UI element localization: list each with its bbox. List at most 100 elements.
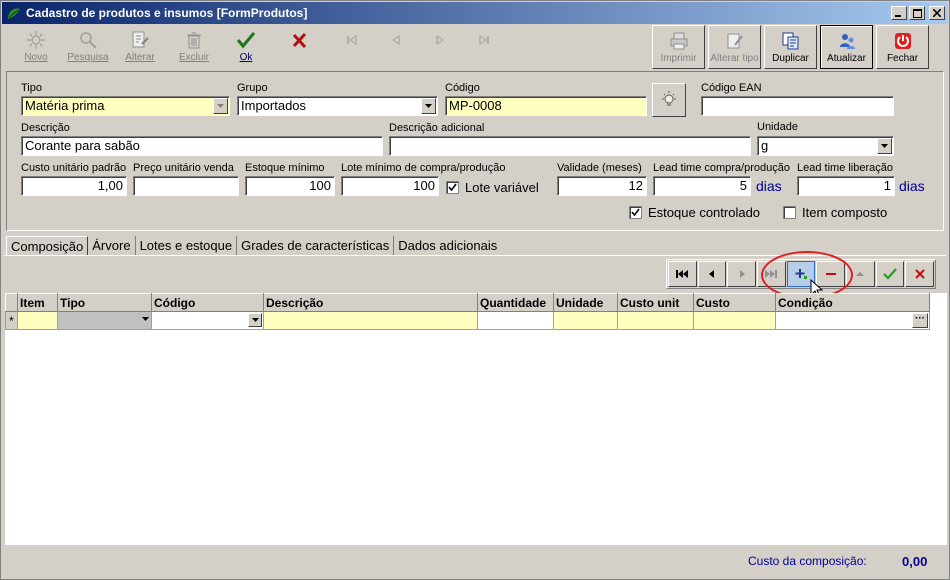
grid-header-indicator xyxy=(5,293,18,312)
chevron-down-icon xyxy=(251,318,259,322)
tab-dados-adicionais[interactable]: Dados adicionais xyxy=(394,236,501,256)
new-row-indicator: * xyxy=(5,311,18,330)
footer-bar: Custo da composição: 0,00 xyxy=(5,546,947,576)
alterar-button[interactable]: Alterar xyxy=(114,28,166,68)
cell-tipo[interactable] xyxy=(57,311,152,330)
cell-item[interactable] xyxy=(17,311,58,330)
item-composto-checkbox[interactable]: Item composto xyxy=(783,205,887,220)
cell-condicao[interactable]: ··· xyxy=(775,311,930,330)
cell-descricao[interactable] xyxy=(263,311,478,330)
estoque-controlado-checkbox[interactable]: Estoque controlado xyxy=(629,205,760,220)
custo-composicao-value: 0,00 xyxy=(902,554,928,569)
edit-icon xyxy=(132,31,149,48)
next-icon xyxy=(436,35,444,45)
lote-variavel-box[interactable] xyxy=(446,181,459,194)
ok-button[interactable]: Ok xyxy=(220,28,272,68)
estoque-controlado-box[interactable] xyxy=(629,206,642,219)
codigo-cell-dropdown[interactable] xyxy=(248,313,262,327)
title-bar[interactable]: Cadastro de produtos e insumos [FormProd… xyxy=(2,2,948,24)
col-header-descricao[interactable]: Descrição xyxy=(263,293,478,312)
tab-arvore[interactable]: Árvore xyxy=(88,236,136,256)
cell-custo-unit[interactable] xyxy=(617,311,694,330)
tab-grades[interactable]: Grades de características xyxy=(237,236,395,256)
col-header-codigo[interactable]: Código xyxy=(151,293,264,312)
nav-prior-button[interactable] xyxy=(697,261,727,287)
col-header-condicao[interactable]: Condição xyxy=(775,293,930,312)
col-header-custo[interactable]: Custo xyxy=(693,293,776,312)
lote-minimo-input[interactable]: 100 xyxy=(341,176,439,196)
tipo-combo[interactable]: Matéria prima xyxy=(21,96,230,116)
prior-icon xyxy=(709,270,714,278)
imprimir-button[interactable]: Imprimir xyxy=(652,25,705,69)
fechar-button[interactable]: Fechar xyxy=(876,25,929,69)
col-header-tipo[interactable]: Tipo xyxy=(57,293,152,312)
nav-first-button[interactable] xyxy=(668,261,697,287)
cell-codigo[interactable] xyxy=(151,311,264,330)
generate-code-button[interactable] xyxy=(652,83,686,117)
composition-grid[interactable]: Item Tipo Código Descrição Quantidade Un… xyxy=(5,293,947,545)
cell-quantidade[interactable] xyxy=(477,311,554,330)
preco-unitario-input[interactable] xyxy=(133,176,239,196)
check-icon xyxy=(631,208,640,217)
last-record-button[interactable] xyxy=(458,28,510,68)
power-icon xyxy=(894,33,911,49)
col-header-unidade[interactable]: Unidade xyxy=(553,293,618,312)
ellipsis-button[interactable]: ··· xyxy=(912,313,928,328)
nav-post-button[interactable] xyxy=(875,261,905,287)
prior-icon xyxy=(392,35,400,45)
maximize-button[interactable] xyxy=(909,6,925,20)
close-window-button[interactable] xyxy=(929,6,945,20)
novo-button[interactable]: Novo xyxy=(10,28,62,68)
cell-unidade[interactable] xyxy=(553,311,618,330)
estoque-minimo-input[interactable]: 100 xyxy=(245,176,335,196)
codigo-ean-input[interactable] xyxy=(701,96,894,116)
custo-unitario-input[interactable]: 1,00 xyxy=(21,176,127,196)
lead-liberacao-unit: dias xyxy=(899,178,925,194)
nav-next-button[interactable] xyxy=(727,261,757,287)
grupo-dropdown-arrow[interactable] xyxy=(421,98,436,114)
lote-variavel-checkbox[interactable]: Lote variável xyxy=(446,180,539,195)
first-icon xyxy=(347,35,357,45)
custo-composicao-label: Custo da composição: xyxy=(748,554,867,568)
main-window: Cadastro de produtos e insumos [FormProd… xyxy=(0,0,950,580)
unidade-dropdown-arrow[interactable] xyxy=(877,138,892,154)
alterar-tipo-button[interactable]: Alterar tipo xyxy=(708,25,761,69)
tab-lotes-estoque[interactable]: Lotes e estoque xyxy=(136,236,238,256)
col-header-custo-unit[interactable]: Custo unit xyxy=(617,293,694,312)
item-composto-label: Item composto xyxy=(802,205,888,220)
lead-compra-label: Lead time compra/produção xyxy=(653,162,790,174)
check-icon xyxy=(448,183,457,192)
cell-custo[interactable] xyxy=(693,311,776,330)
excluir-button[interactable]: Excluir xyxy=(168,28,220,68)
descricao-input[interactable]: Corante para sabão xyxy=(21,136,383,156)
tipo-dropdown-arrow[interactable] xyxy=(213,98,228,114)
lightbulb-icon xyxy=(662,91,676,106)
cancel-button[interactable] xyxy=(274,28,326,68)
trash-icon xyxy=(187,32,201,49)
codigo-input[interactable]: MP-0008 xyxy=(445,96,647,116)
validade-input[interactable]: 12 xyxy=(557,176,647,196)
minimize-button[interactable] xyxy=(891,6,907,20)
toolbar: Novo Pesquisa Alterar Excluir Ok Imprimi… xyxy=(2,25,948,69)
pesquisa-button[interactable]: Pesquisa xyxy=(62,28,114,68)
nav-cancel-button[interactable] xyxy=(905,261,935,287)
lead-compra-input[interactable]: 5 xyxy=(653,176,751,196)
duplicar-button[interactable]: Duplicar xyxy=(764,25,817,69)
atualizar-button[interactable]: Atualizar xyxy=(820,25,873,69)
grupo-value: Importados xyxy=(241,98,307,113)
caret-up-icon xyxy=(856,272,865,276)
tab-composicao[interactable]: Composição xyxy=(6,236,89,256)
table-row: * ··· xyxy=(5,311,930,330)
grupo-combo[interactable]: Importados xyxy=(237,96,438,116)
checkmark-icon xyxy=(883,268,897,280)
item-composto-box[interactable] xyxy=(783,206,796,219)
lead-liberacao-input[interactable]: 1 xyxy=(797,176,895,196)
chevron-down-icon xyxy=(881,144,888,148)
descricao-label: Descrição xyxy=(21,122,70,134)
chevron-down-icon[interactable] xyxy=(142,317,149,321)
unidade-combo[interactable]: g xyxy=(757,136,894,156)
col-header-quantidade[interactable]: Quantidade xyxy=(477,293,554,312)
estoque-minimo-label: Estoque mínimo xyxy=(245,162,325,174)
descricao-adicional-input[interactable] xyxy=(389,136,751,156)
col-header-item[interactable]: Item xyxy=(17,293,58,312)
